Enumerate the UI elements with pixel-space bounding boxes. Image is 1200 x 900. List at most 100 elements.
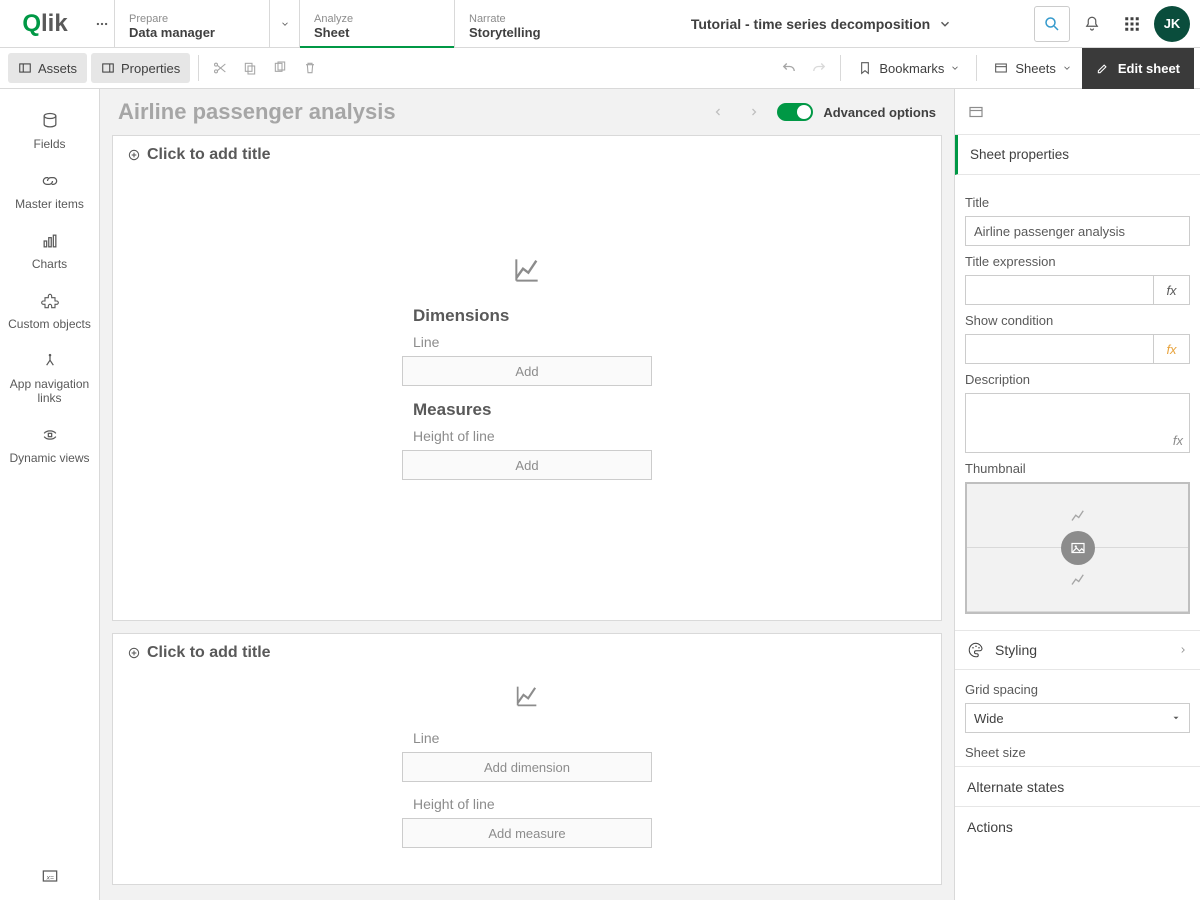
cut-button[interactable] [205,53,235,83]
alternate-states-label: Alternate states [967,779,1064,795]
advanced-options-toggle[interactable]: Advanced options [777,103,936,121]
scissors-icon [212,60,228,76]
viz-card-2[interactable]: Click to add title Line Add dimension He… [112,633,942,885]
panel-left-icon [18,61,32,75]
chevron-right-icon [748,106,760,118]
tab-prepare-dropdown[interactable] [269,0,299,47]
chevron-down-icon [1062,63,1072,73]
add-measure-button[interactable]: Add measure [402,818,652,848]
add-btn-label: Add [515,364,538,379]
grid-spacing-select[interactable]: Wide [965,703,1190,733]
tab-section-label: Narrate [469,13,595,25]
caret-down-icon [1171,713,1181,723]
main-area: Fields Master items Charts Custom object… [0,89,1200,900]
toolbar-separator [840,55,841,81]
tab-analyze[interactable]: Analyze Sheet [299,0,454,47]
qlik-logo[interactable]: Qlik [0,0,90,47]
description-label: Description [965,372,1190,387]
assets-tab-fields[interactable]: Fields [0,101,99,161]
add-btn-label: Add [515,458,538,473]
redo-button[interactable] [804,53,834,83]
notifications-button[interactable] [1074,6,1110,42]
add-measure-button[interactable]: Add [402,450,652,480]
styling-accordion[interactable]: Styling [955,630,1200,670]
fx-button[interactable]: fx [1154,275,1190,305]
title-expression-input[interactable] [965,275,1154,305]
undo-icon [780,59,798,77]
add-dimension-button[interactable]: Add dimension [402,752,652,782]
bookmarks-menu[interactable]: Bookmarks [847,48,970,89]
prev-sheet-button[interactable] [705,99,731,125]
image-icon [1069,539,1087,557]
delete-button[interactable] [295,53,325,83]
dimensions-heading: Dimensions [413,306,509,326]
viz-title-placeholder[interactable]: Click to add title [113,136,941,174]
add-title-text: Click to add title [147,644,271,662]
bookmarks-label: Bookmarks [879,61,944,76]
change-thumbnail-button[interactable] [1061,531,1095,565]
dynamic-view-icon [40,425,60,445]
alternate-states-accordion[interactable]: Alternate states [955,766,1200,806]
fx-icon[interactable]: fx [1173,433,1183,448]
viz-body: Dimensions Line Add Measures Height of l… [113,174,941,494]
title-input[interactable] [965,216,1190,246]
assets-panel-toggle[interactable]: Assets [8,53,87,83]
switch-icon [777,103,813,121]
tab-prepare[interactable]: Prepare Data manager [114,0,269,47]
dimension-field-label: Line [413,334,439,350]
chevron-left-icon [712,106,724,118]
styling-label: Styling [995,642,1037,658]
avatar-initials: JK [1164,16,1181,31]
sheet-outline-icon[interactable] [967,103,985,121]
assets-panel: Fields Master items Charts Custom object… [0,89,100,900]
viz-body: Line Add dimension Height of line Add me… [113,672,941,862]
app-launcher-button[interactable] [1114,6,1150,42]
toolbar-separator [198,55,199,81]
viz-title-placeholder[interactable]: Click to add title [113,634,941,672]
properties-panel-toggle[interactable]: Properties [91,53,190,83]
measure-field-label: Height of line [413,428,495,444]
assets-tab-charts[interactable]: Charts [0,221,99,281]
show-condition-input[interactable] [965,334,1154,364]
fx-button[interactable]: fx [1154,334,1190,364]
measure-field-label: Height of line [413,796,495,812]
line-chart-icon [1069,571,1087,589]
variables-button[interactable]: x= [26,852,74,900]
trash-icon [302,60,318,76]
add-dimension-button[interactable]: Add [402,356,652,386]
thumbnail-preview[interactable] [965,482,1190,614]
viz-card-1[interactable]: Click to add title Dimensions Line Add M… [112,135,942,621]
description-input[interactable]: fx [965,393,1190,453]
advanced-options-label: Advanced options [823,105,936,120]
add-btn-label: Add measure [488,826,565,841]
assets-tab-label: Master items [15,197,84,211]
assets-tab-master-items[interactable]: Master items [0,161,99,221]
sheet-icon [993,60,1009,76]
tab-section-label: Prepare [129,13,255,25]
sheets-menu[interactable]: Sheets [983,48,1081,89]
panel-right-icon [101,61,115,75]
assets-tab-custom-objects[interactable]: Custom objects [0,281,99,341]
actions-accordion[interactable]: Actions [955,806,1200,846]
paste-button[interactable] [265,53,295,83]
assets-tab-label: App navigation links [4,377,95,405]
assets-tab-app-navigation[interactable]: App navigation links [0,341,99,415]
user-avatar[interactable]: JK [1154,6,1190,42]
search-button[interactable] [1034,6,1070,42]
app-title[interactable]: Tutorial - time series decomposition [609,0,1034,47]
next-sheet-button[interactable] [741,99,767,125]
copy-button[interactable] [235,53,265,83]
edit-toolbar: Assets Properties Bookmarks Sheets Edit … [0,48,1200,89]
logo-menu-button[interactable] [90,0,114,47]
sheet-title[interactable]: Airline passenger analysis [118,99,695,125]
add-title-text: Click to add title [147,146,271,164]
edit-sheet-button[interactable]: Edit sheet [1082,48,1194,89]
line-chart-icon [1069,507,1087,525]
sheet-size-label: Sheet size [965,745,1190,760]
undo-button[interactable] [774,53,804,83]
dimension-field-label: Line [413,730,439,746]
tab-narrate[interactable]: Narrate Storytelling [454,0,609,47]
variable-icon: x= [40,866,60,886]
assets-tab-dynamic-views[interactable]: Dynamic views [0,415,99,475]
chevron-right-icon [1178,645,1188,655]
